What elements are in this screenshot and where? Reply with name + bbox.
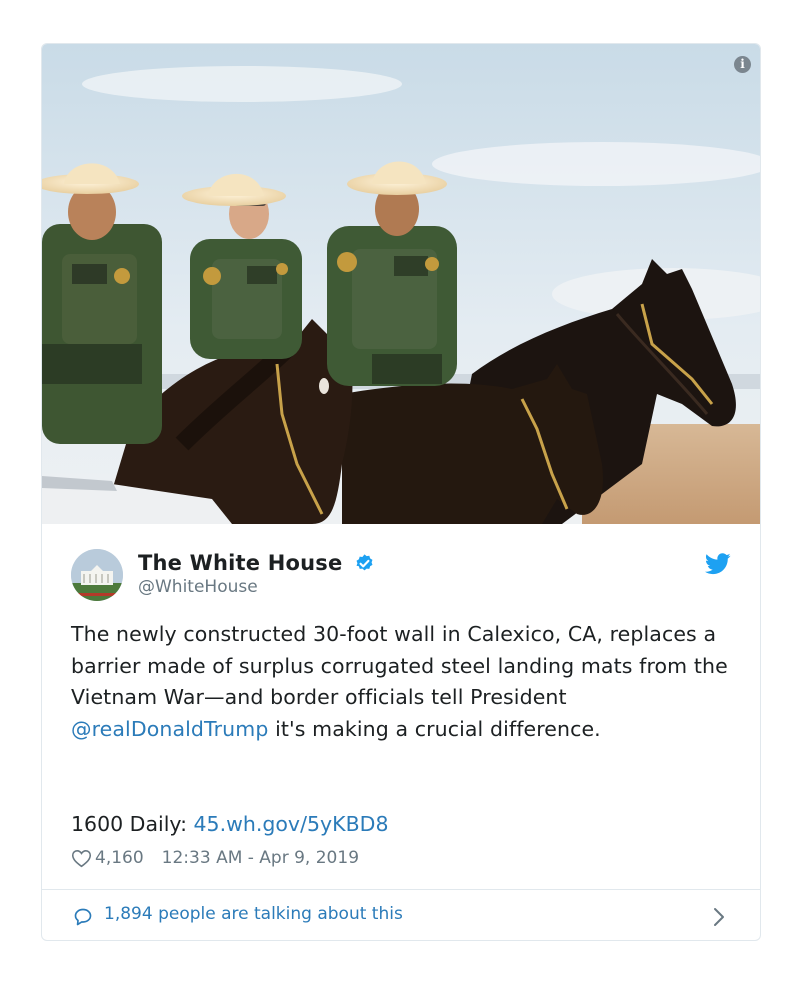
info-icon[interactable]: i — [734, 56, 751, 73]
author-name[interactable]: The White House — [138, 551, 342, 575]
chevron-right-icon[interactable] — [713, 907, 725, 927]
tweet-photo[interactable]: i — [42, 44, 760, 524]
tweet-text: The newly constructed 30-foot wall in Ca… — [71, 619, 739, 745]
daily-label: 1600 Daily: — [71, 812, 194, 836]
tweet-header: The White House @WhiteHouse — [71, 549, 731, 605]
daily-link[interactable]: 45.wh.gov/5yKBD8 — [194, 812, 389, 836]
tweet-card: i The White House @WhiteHouse The newly … — [41, 43, 761, 941]
tweet-text-part1: The newly constructed 30-foot wall in Ca… — [71, 622, 728, 710]
conversation-footer[interactable]: 1,894 people are talking about this — [42, 889, 760, 940]
heart-icon[interactable] — [71, 848, 92, 868]
verified-badge-icon — [356, 553, 372, 570]
mention-link[interactable]: @realDonaldTrump — [71, 717, 268, 741]
daily-line: 1600 Daily: 45.wh.gov/5yKBD8 — [71, 812, 388, 836]
timestamp[interactable]: 12:33 AM - Apr 9, 2019 — [162, 848, 359, 868]
avatar[interactable] — [71, 549, 123, 601]
speech-bubble-icon — [74, 908, 92, 926]
white-house-avatar-icon — [71, 549, 123, 601]
talking-link[interactable]: 1,894 people are talking about this — [104, 904, 403, 924]
tweet-text-part2: it's making a crucial difference. — [268, 716, 601, 741]
tweet-meta: 4,160 12:33 AM - Apr 9, 2019 — [71, 848, 359, 868]
twitter-bird-icon[interactable] — [705, 553, 731, 575]
author-handle[interactable]: @WhiteHouse — [138, 577, 375, 597]
like-count[interactable]: 4,160 — [95, 848, 144, 868]
author-names: The White House @WhiteHouse — [138, 551, 375, 597]
border-patrol-horses-image — [42, 44, 760, 524]
